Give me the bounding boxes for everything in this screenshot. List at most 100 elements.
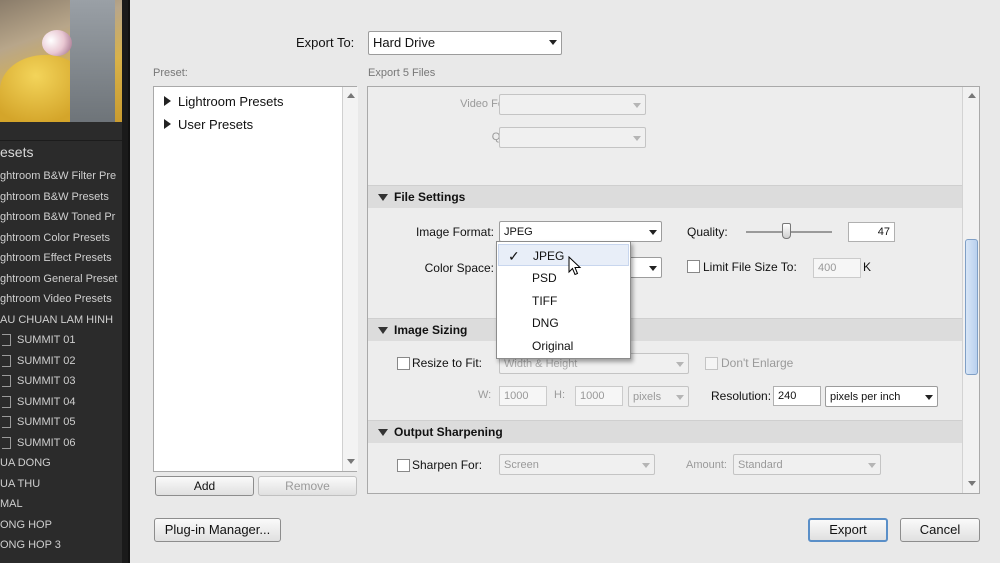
lightroom-presets-panel: esets ghtroom B&W Filter Pre ghtroom B&W … bbox=[0, 0, 128, 563]
preset-tree-scrollbar[interactable] bbox=[342, 87, 358, 471]
video-format-dropdown[interactable] bbox=[499, 94, 646, 115]
presets-panel-title: esets bbox=[0, 140, 128, 162]
preset-list-item[interactable]: ghtroom Video Presets bbox=[0, 289, 128, 309]
resolution-units-dropdown[interactable]: pixels per inch bbox=[825, 386, 938, 407]
limit-file-size-checkbox[interactable] bbox=[687, 260, 700, 273]
chevron-down-icon bbox=[925, 395, 933, 400]
settings-scrollbar[interactable] bbox=[962, 87, 979, 493]
scroll-up-icon[interactable] bbox=[347, 93, 355, 98]
size-units-dropdown[interactable]: pixels bbox=[628, 386, 689, 407]
export-to-value: Hard Drive bbox=[373, 35, 436, 50]
chevron-down-icon bbox=[868, 463, 876, 468]
photo-thumbnail bbox=[0, 0, 128, 122]
tree-item-lightroom-presets[interactable]: Lightroom Presets bbox=[164, 94, 284, 109]
format-option-psd[interactable]: PSD bbox=[498, 267, 629, 289]
tree-item-user-presets[interactable]: User Presets bbox=[164, 117, 253, 132]
preset-list-item[interactable]: SUMMIT 01 bbox=[0, 330, 128, 350]
preset-list-item[interactable]: ONG HOP 3 bbox=[0, 535, 128, 555]
preset-list-item[interactable]: SUMMIT 06 bbox=[0, 433, 128, 453]
preset-folder-icon bbox=[2, 436, 11, 449]
image-format-dropdown[interactable]: JPEG bbox=[499, 221, 662, 242]
preset-list-item[interactable]: AU CHUAN LAM HINH bbox=[0, 310, 128, 330]
resolution-field[interactable]: 240 bbox=[773, 386, 821, 406]
preset-list-item[interactable]: UA DONG bbox=[0, 453, 128, 473]
preset-list-item[interactable]: ghtroom B&W Toned Pr bbox=[0, 207, 128, 227]
format-option-dng[interactable]: DNG bbox=[498, 312, 629, 334]
export-button[interactable]: Export bbox=[808, 518, 888, 542]
dont-enlarge-checkbox[interactable] bbox=[705, 357, 718, 370]
scroll-down-icon[interactable] bbox=[347, 459, 355, 464]
scroll-down-icon[interactable] bbox=[968, 481, 976, 486]
chevron-down-icon bbox=[549, 40, 557, 45]
preset-list-item[interactable]: ghtroom B&W Presets bbox=[0, 187, 128, 207]
preset-list-item[interactable]: SUMMIT 03 bbox=[0, 371, 128, 391]
preset-folder-icon bbox=[2, 354, 11, 367]
plugin-manager-button[interactable]: Plug-in Manager... bbox=[154, 518, 281, 542]
height-field[interactable]: 1000 bbox=[575, 386, 623, 406]
sharpen-for-label: Sharpen For: bbox=[412, 458, 483, 472]
preset-list-item[interactable]: ghtroom Effect Presets bbox=[0, 248, 128, 268]
preset-folder-icon bbox=[2, 416, 11, 429]
export-to-label: Export To: bbox=[296, 35, 355, 50]
dont-enlarge-label: Don't Enlarge bbox=[721, 356, 794, 370]
export-settings-pane: Video Format: Quality: File Settings Ima… bbox=[367, 86, 980, 494]
image-format-value: JPEG bbox=[504, 226, 533, 238]
quality-slider-thumb[interactable] bbox=[782, 223, 792, 239]
limit-file-size-field[interactable]: 400 bbox=[813, 258, 861, 278]
preset-list-item[interactable]: SUMMIT 02 bbox=[0, 351, 128, 371]
preset-list-item[interactable]: MAL bbox=[0, 494, 128, 514]
preset-list-item[interactable]: ONG HOP bbox=[0, 515, 128, 535]
preset-list-item[interactable]: SUMMIT 05 bbox=[0, 412, 128, 432]
export-count-label: Export 5 Files bbox=[368, 67, 436, 79]
preset-list-item[interactable]: ghtroom General Preset bbox=[0, 269, 128, 289]
collapse-arrow-icon bbox=[378, 194, 388, 201]
format-option-tiff[interactable]: TIFF bbox=[498, 290, 629, 312]
limit-file-size-label: Limit File Size To: bbox=[703, 260, 797, 274]
cancel-button[interactable]: Cancel bbox=[900, 518, 980, 542]
checkmark-icon: ✓ bbox=[508, 248, 520, 264]
add-preset-button[interactable]: Add bbox=[155, 476, 254, 496]
preset-tree: Lightroom Presets User Presets bbox=[153, 86, 358, 472]
export-to-dropdown[interactable]: Hard Drive bbox=[368, 31, 562, 55]
remove-preset-button[interactable]: Remove bbox=[258, 476, 357, 496]
video-quality-dropdown[interactable] bbox=[499, 127, 646, 148]
collapse-arrow-icon bbox=[378, 429, 388, 436]
preset-list-item[interactable]: UA THU bbox=[0, 474, 128, 494]
preset-folder-icon bbox=[2, 334, 11, 347]
width-field[interactable]: 1000 bbox=[499, 386, 547, 406]
expand-arrow-icon bbox=[164, 96, 171, 106]
preset-list-item[interactable]: SUMMIT 04 bbox=[0, 392, 128, 412]
chevron-down-icon bbox=[633, 103, 641, 108]
resize-to-fit-checkbox[interactable] bbox=[397, 357, 410, 370]
resize-to-fit-label: Resize to Fit: bbox=[412, 356, 483, 370]
color-space-label: Color Space: bbox=[424, 261, 494, 275]
limit-file-size-unit: K bbox=[863, 260, 872, 274]
preset-folder-icon bbox=[2, 375, 11, 388]
chevron-down-icon bbox=[642, 463, 650, 468]
sharpen-for-checkbox[interactable] bbox=[397, 459, 410, 472]
scroll-up-icon[interactable] bbox=[968, 93, 976, 98]
file-settings-header[interactable]: File Settings bbox=[368, 185, 962, 208]
height-label: H: bbox=[554, 389, 565, 401]
collapse-arrow-icon bbox=[378, 327, 388, 334]
quality-field[interactable]: 47 bbox=[848, 222, 895, 242]
image-format-label: Image Format: bbox=[415, 225, 494, 239]
image-format-menu: ✓ JPEG PSD TIFF DNG Original bbox=[496, 241, 631, 359]
mouse-cursor-icon bbox=[568, 256, 582, 276]
amount-dropdown[interactable]: Standard bbox=[733, 454, 881, 475]
chevron-down-icon bbox=[649, 230, 657, 235]
amount-label: Amount: bbox=[686, 459, 727, 471]
preset-list-item[interactable]: ghtroom B&W Filter Pre bbox=[0, 166, 128, 186]
chevron-down-icon bbox=[676, 395, 684, 400]
format-option-jpeg[interactable]: ✓ JPEG bbox=[498, 244, 629, 266]
preset-label: Preset: bbox=[153, 67, 188, 79]
output-sharpening-header[interactable]: Output Sharpening bbox=[368, 420, 962, 443]
preset-folder-icon bbox=[2, 395, 11, 408]
resolution-label: Resolution: bbox=[711, 389, 772, 403]
format-option-original[interactable]: Original bbox=[498, 335, 629, 357]
width-label: W: bbox=[478, 389, 492, 401]
preset-list-item[interactable]: ghtroom Color Presets bbox=[0, 228, 128, 248]
sharpen-for-dropdown[interactable]: Screen bbox=[499, 454, 655, 475]
settings-scroll-thumb[interactable] bbox=[965, 239, 978, 375]
image-sizing-header[interactable]: Image Sizing bbox=[368, 318, 962, 341]
